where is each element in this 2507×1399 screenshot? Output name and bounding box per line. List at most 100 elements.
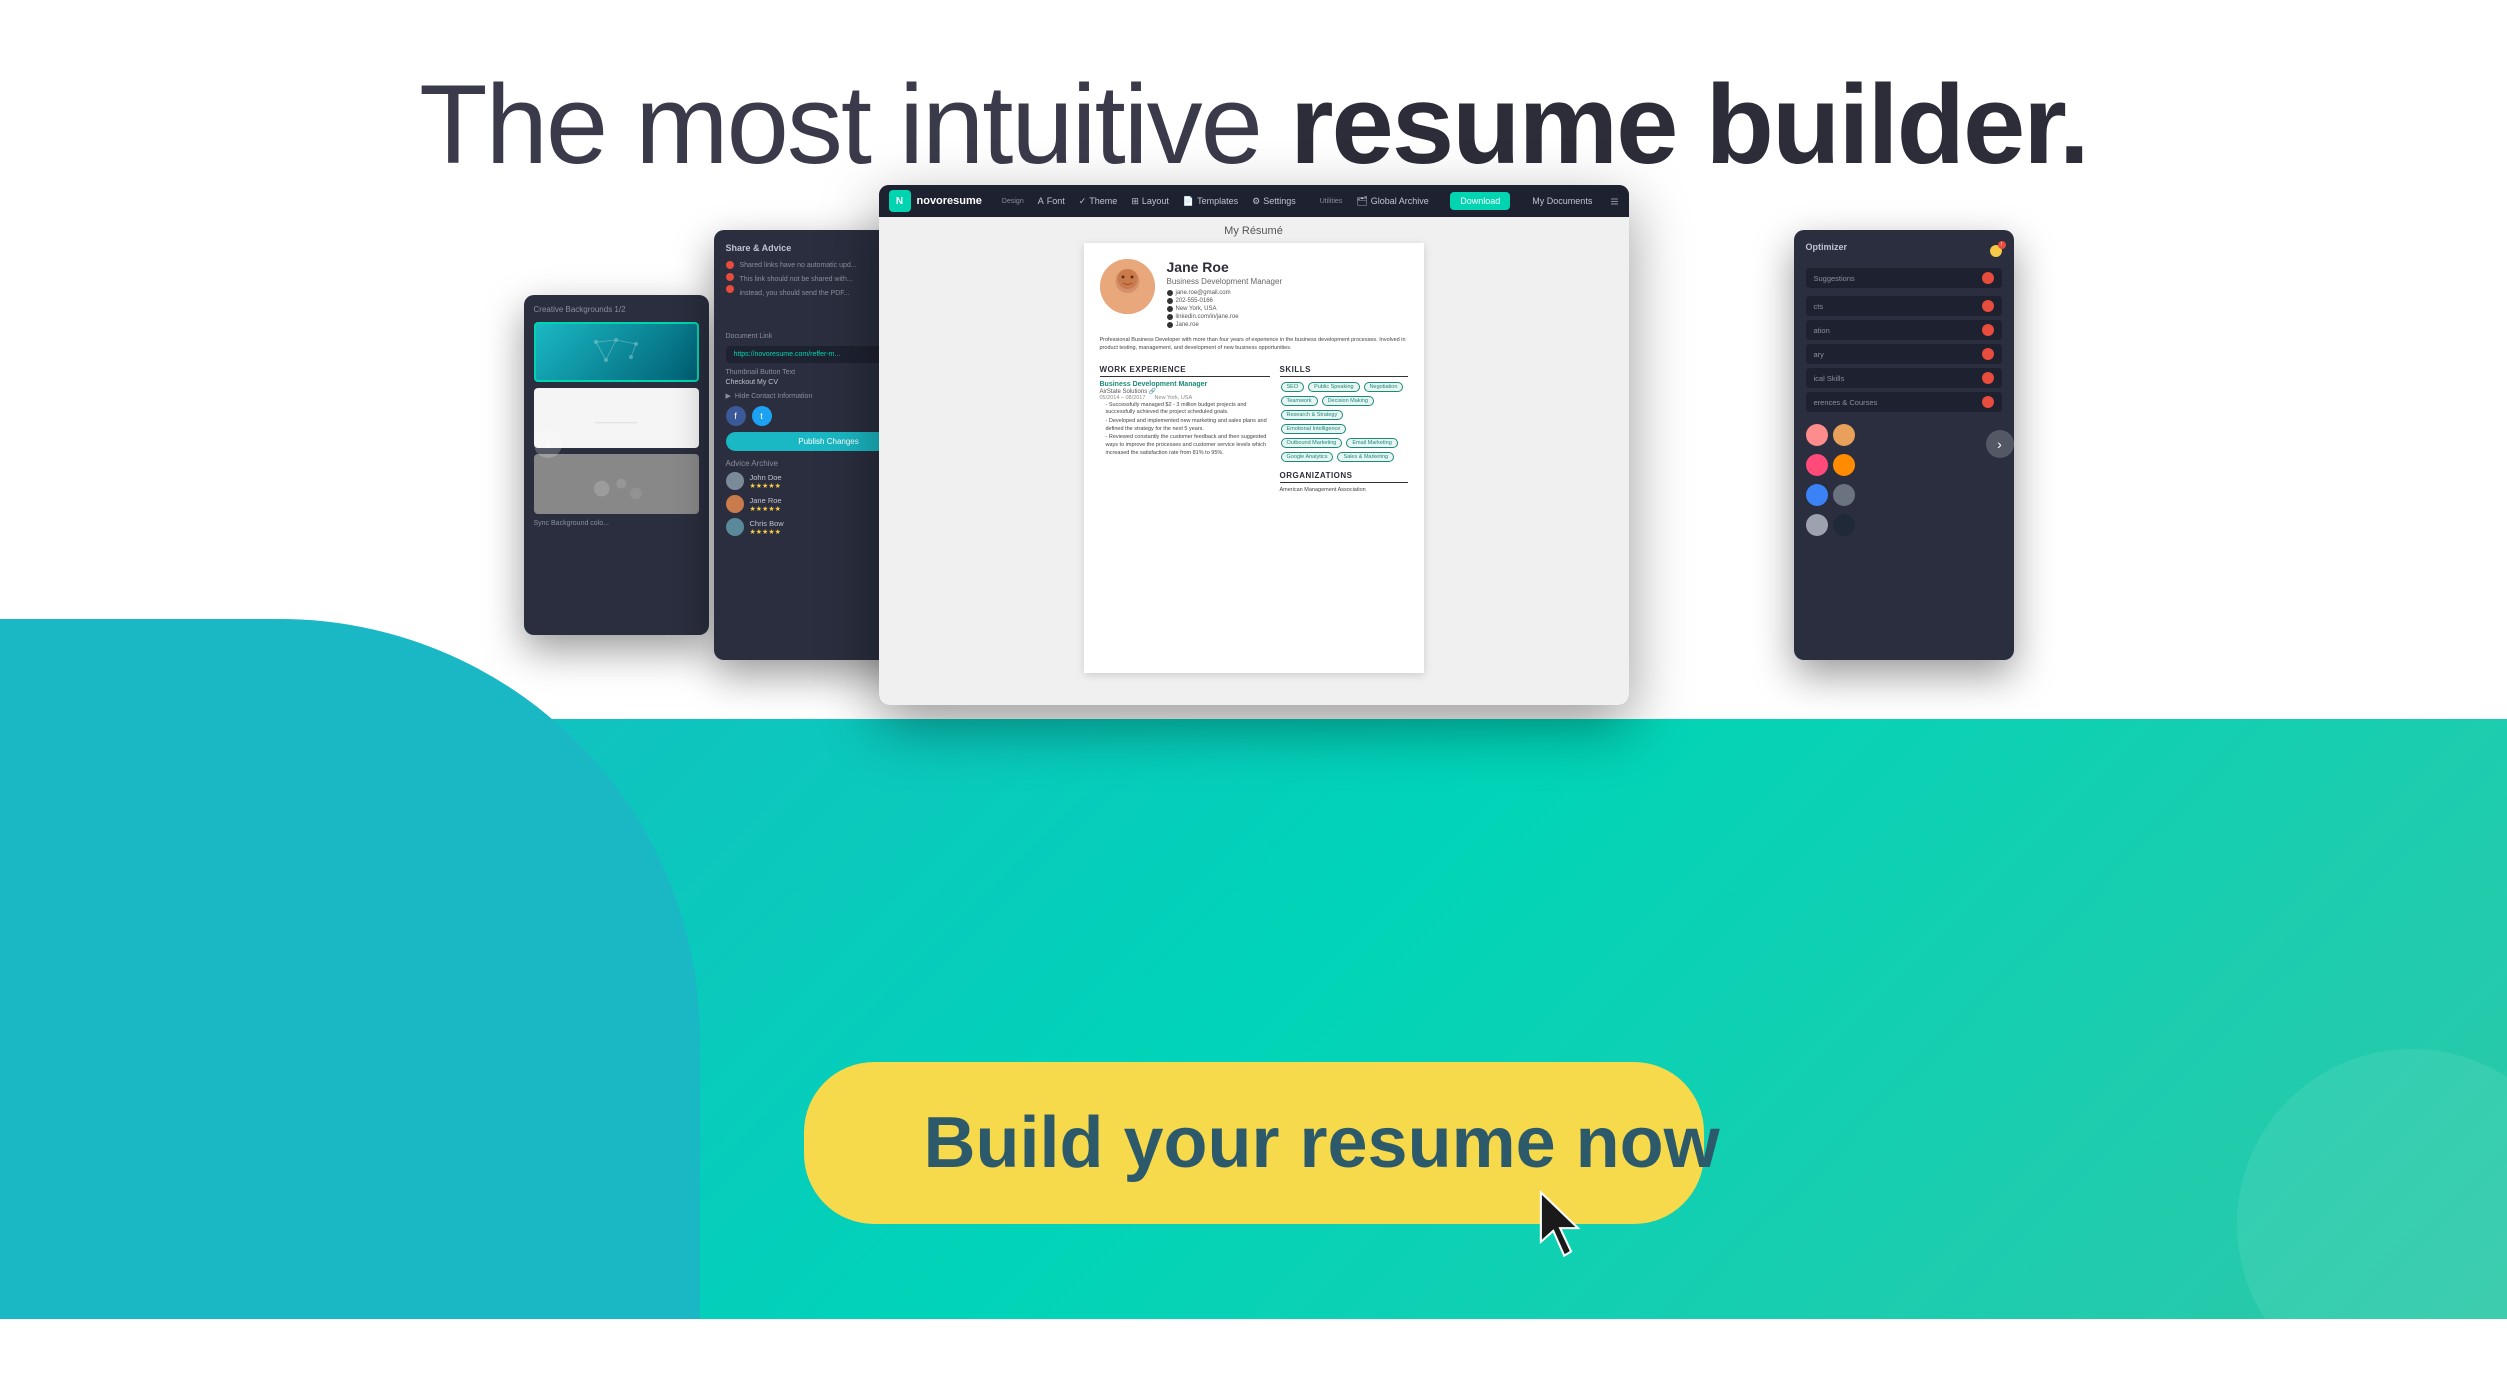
resume-job-title: Business Development Manager: [1167, 277, 1408, 286]
opt-section-education[interactable]: ation: [1806, 320, 2002, 340]
skill-sales-marketing: Sales & Marketing: [1337, 452, 1394, 462]
work-item-1: Business Development Manager AirState So…: [1100, 381, 1270, 458]
swatch-blue[interactable]: [1806, 484, 1828, 506]
cursor-icon: [1534, 1189, 1594, 1264]
background-panel: Creative Backgrounds 1/2 Sync Background…: [524, 295, 709, 635]
work-experience-section: WORK EXPERIENCE Business Development Man…: [1100, 365, 1270, 458]
opt-section-references[interactable]: erences & Courses: [1806, 392, 2002, 412]
swatch-gray-light[interactable]: [1806, 514, 1828, 536]
resume-paper: Jane Roe Business Development Manager ja…: [1084, 243, 1424, 673]
swatch-gray-mid[interactable]: [1833, 484, 1855, 506]
heading-normal-text: The most intuitive: [419, 62, 1290, 187]
skill-research-strategy: Research & Strategy: [1281, 410, 1344, 420]
swatch-pink-light[interactable]: [1806, 424, 1828, 446]
facebook-icon[interactable]: f: [726, 406, 746, 426]
opt-dot-summary: [1982, 348, 1994, 360]
work-experience-title: WORK EXPERIENCE: [1100, 365, 1270, 377]
nav-arrow-left[interactable]: ‹: [534, 430, 562, 458]
contact-email: jane.roe@gmail.com: [1176, 290, 1231, 296]
advisor-avatar-1: [726, 472, 744, 490]
nav-templates[interactable]: 📄Templates: [1183, 196, 1238, 207]
job-bullet-1: - Successfully managed $2 - 3 million bu…: [1106, 402, 1270, 417]
bg-thumbnail-network[interactable]: [534, 322, 699, 382]
color-row-2: [1806, 454, 2002, 476]
skill-teamwork: Teamwork: [1281, 396, 1318, 406]
advisor-avatar-3: [726, 518, 744, 536]
opt-dot-technical: [1982, 372, 1994, 384]
design-label: Design: [1002, 198, 1024, 205]
resume-contacts: jane.roe@gmail.com 202-555-0166 New York…: [1167, 290, 1408, 328]
menu-icon[interactable]: ≡: [1610, 193, 1618, 209]
sync-bg-button[interactable]: Sync Background colo...: [534, 520, 699, 527]
nav-theme[interactable]: ✓Theme: [1079, 196, 1118, 207]
opt-dot-contacts: [1982, 300, 1994, 312]
canvas-title: My Résumé: [1224, 225, 1283, 237]
resume-summary: Professional Business Developer with mor…: [1100, 336, 1408, 353]
organizations-title: ORGANIZATIONS: [1280, 471, 1408, 483]
heading-bold-text: resume builder.: [1290, 62, 2088, 187]
resume-header: Jane Roe Business Development Manager ja…: [1100, 259, 1408, 328]
resume-name-section: Jane Roe Business Development Manager ja…: [1167, 259, 1408, 328]
nav-arrow-right[interactable]: ›: [1986, 430, 2014, 458]
skill-email-marketing: Email Marketing: [1346, 438, 1397, 448]
share-panel-title: Share & Advice: [726, 243, 792, 253]
download-button[interactable]: Download: [1450, 192, 1510, 210]
nav-global-archive[interactable]: 🗂Global Archive: [1356, 196, 1428, 207]
skills-title: SKILLS: [1280, 365, 1408, 377]
opt-section-technical[interactable]: ical Skills: [1806, 368, 2002, 388]
optimizer-title: Optimizer: [1806, 242, 1848, 252]
opt-label-references: erences & Courses: [1814, 398, 1878, 407]
resume-name: Jane Roe: [1167, 259, 1408, 275]
contact-website: Jane.roe: [1176, 322, 1199, 328]
contact-phone: 202-555-0166: [1176, 298, 1213, 304]
swatch-orange-bright[interactable]: [1833, 454, 1855, 476]
resume-editor: N novoresume Design AFont ✓Theme ⊞Layout…: [879, 185, 1629, 705]
utilities-label: Utilities: [1320, 198, 1343, 205]
nav-layout[interactable]: ⊞Layout: [1131, 196, 1169, 207]
bg-panel-title: Creative Backgrounds 1/2: [534, 305, 699, 314]
contact-location: New York, USA: [1176, 306, 1217, 312]
my-documents-button[interactable]: My Documents: [1532, 196, 1592, 206]
share-bullet-2: This link should not be shared with...: [740, 275, 888, 285]
opt-section-contacts[interactable]: cts: [1806, 296, 2002, 316]
swatch-dark[interactable]: [1833, 514, 1855, 536]
job-date-1: 05/2014 – 08/2017 New York, USA: [1100, 395, 1270, 401]
optimizer-badge: !: [1990, 245, 2002, 257]
opt-dot-education: [1982, 324, 1994, 336]
share-bullet-1: Shared links have no automatic upd...: [740, 261, 888, 271]
suggestions-row[interactable]: Suggestions: [1806, 268, 2002, 288]
twitter-icon[interactable]: t: [752, 406, 772, 426]
skills-tags-row: SEO Public Speaking Negotiation Teamwork…: [1280, 381, 1408, 463]
color-row-4: [1806, 514, 2002, 536]
skill-negotiation: Negotiation: [1364, 382, 1404, 392]
color-swatches-area: [1806, 424, 2002, 536]
optimizer-panel: Optimizer ! Suggestions cts ation ary ic…: [1794, 230, 2014, 660]
novoresume-logo-icon: N: [889, 190, 911, 212]
skill-decision-making: Decision Making: [1322, 396, 1374, 406]
resume-col-right: SKILLS SEO Public Speaking Negotiation T…: [1280, 359, 1408, 493]
organization-1: American Management Association: [1280, 487, 1408, 493]
deco-circle-1: [2237, 1049, 2507, 1399]
editor-logo: N novoresume: [889, 190, 982, 212]
editor-canvas: My Résumé: [879, 217, 1629, 705]
swatch-hot-pink[interactable]: [1806, 454, 1828, 476]
opt-section-summary[interactable]: ary: [1806, 344, 2002, 364]
nav-settings[interactable]: ⚙Settings: [1252, 196, 1296, 207]
job-bullet-3: - Reviewed constantly the customer feedb…: [1106, 434, 1270, 457]
skill-emotional-intelligence: Emotional Intelligence: [1281, 424, 1347, 434]
company-1: AirState Solutions 🔗: [1100, 388, 1270, 395]
nav-font[interactable]: AFont: [1038, 196, 1065, 206]
job-title-1: Business Development Manager: [1100, 381, 1270, 388]
resume-avatar: [1100, 259, 1155, 314]
bg-thumbnail-gray[interactable]: [534, 454, 699, 514]
advisor-avatar-2: [726, 495, 744, 513]
skill-seo: SEO: [1281, 382, 1305, 392]
contact-linkedin: linkedin.com/in/jane.roe: [1176, 314, 1239, 320]
swatch-orange[interactable]: [1833, 424, 1855, 446]
share-bullet-3: instead, you should send the PDF...: [740, 289, 888, 299]
skill-google-analytics: Google Analytics: [1281, 452, 1334, 462]
suggestions-label: Suggestions: [1814, 274, 1855, 283]
color-row-3: [1806, 484, 2002, 506]
resume-col-left: WORK EXPERIENCE Business Development Man…: [1100, 359, 1270, 493]
suggestions-dot: [1982, 272, 1994, 284]
